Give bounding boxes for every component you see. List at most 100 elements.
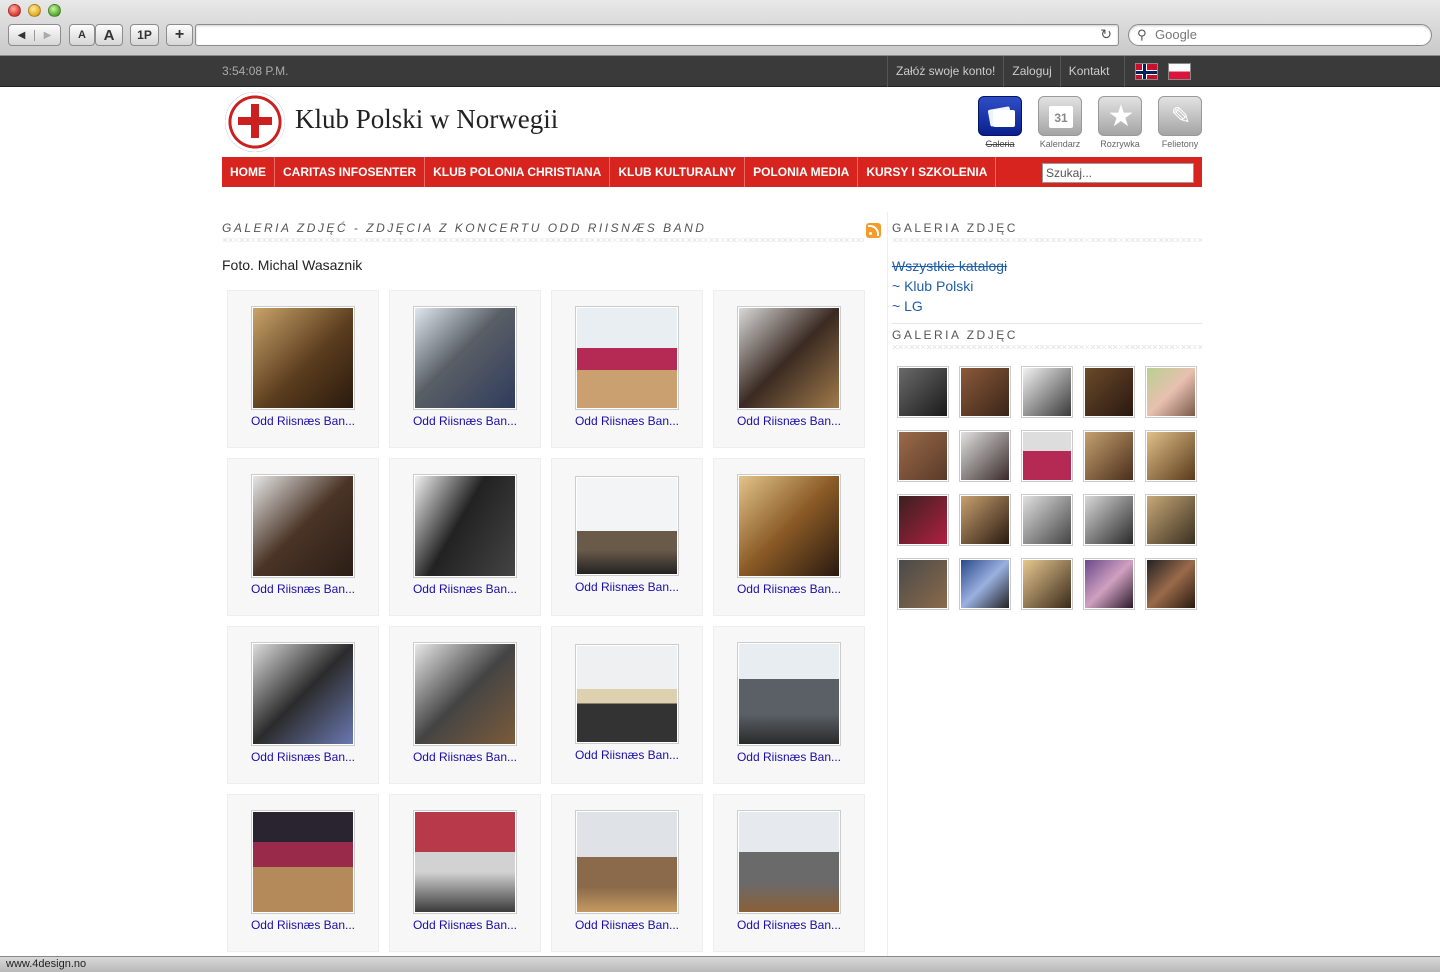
photo-thumbnail[interactable] — [413, 642, 517, 746]
photo-item[interactable]: Odd Riisnæs Ban... — [389, 458, 541, 616]
photo-caption[interactable]: Odd Riisnæs Ban... — [390, 414, 540, 428]
photo-caption[interactable]: Odd Riisnæs Ban... — [552, 918, 702, 932]
sidebar-photo[interactable] — [1021, 558, 1073, 610]
sidebar-photo[interactable] — [1083, 430, 1135, 482]
photo-item[interactable]: Odd Riisnæs Ban... — [713, 626, 865, 784]
sidebar-photo[interactable] — [959, 366, 1011, 418]
forward-icon[interactable]: ▶ — [34, 29, 60, 41]
photo-thumbnail[interactable] — [737, 642, 841, 746]
sidebar-photo[interactable] — [1021, 494, 1073, 546]
photo-item[interactable]: Odd Riisnæs Ban... — [713, 458, 865, 616]
photo-item[interactable]: Odd Riisnæs Ban... — [227, 626, 379, 784]
address-bar[interactable]: ↻ — [195, 24, 1119, 46]
club-logo[interactable] — [225, 92, 285, 152]
photo-thumbnail[interactable] — [413, 810, 517, 914]
photo-caption[interactable]: Odd Riisnæs Ban... — [552, 580, 702, 594]
sidebar-photo[interactable] — [1021, 430, 1073, 482]
photo-thumbnail[interactable] — [737, 810, 841, 914]
all-catalogs-link[interactable]: Wszystkie katalogi — [892, 256, 1007, 276]
sidebar-photo[interactable] — [1083, 494, 1135, 546]
photo-caption[interactable]: Odd Riisnæs Ban... — [228, 582, 378, 596]
browser-search-field[interactable]: ⚲ Google — [1128, 24, 1432, 46]
text-smaller-button[interactable]: A — [69, 24, 95, 46]
photo-caption[interactable]: Odd Riisnæs Ban... — [714, 414, 864, 428]
sidebar-photo[interactable] — [897, 366, 949, 418]
nav-polonia-christiana[interactable]: KLUB POLONIA CHRISTIANA — [425, 157, 611, 187]
photo-thumbnail[interactable] — [575, 810, 679, 914]
sidebar-photo[interactable] — [1021, 366, 1073, 418]
sidebar-photo[interactable] — [1083, 558, 1135, 610]
sidebar-photo[interactable] — [959, 430, 1011, 482]
quick-link-felietony[interactable]: Felietony — [1150, 96, 1210, 149]
sidebar-photo[interactable] — [1145, 494, 1197, 546]
photo-item[interactable]: Odd Riisnæs Ban... — [713, 794, 865, 952]
photo-item[interactable]: Odd Riisnæs Ban... — [551, 290, 703, 448]
nav-kursy[interactable]: KURSY I SZKOLENIA — [858, 157, 997, 187]
sidebar-photo[interactable] — [897, 558, 949, 610]
photo-caption[interactable]: Odd Riisnæs Ban... — [552, 414, 702, 428]
photo-caption[interactable]: Odd Riisnæs Ban... — [228, 414, 378, 428]
photo-thumbnail[interactable] — [575, 306, 679, 410]
password-manager-button[interactable]: 1P — [130, 24, 159, 46]
photo-caption[interactable]: Odd Riisnæs Ban... — [714, 582, 864, 596]
norwegian-flag-icon[interactable] — [1135, 63, 1158, 80]
photo-caption[interactable]: Odd Riisnæs Ban... — [228, 918, 378, 932]
photo-caption[interactable]: Odd Riisnæs Ban... — [390, 750, 540, 764]
photo-item[interactable]: Odd Riisnæs Ban... — [551, 794, 703, 952]
photo-item[interactable]: Odd Riisnæs Ban... — [389, 290, 541, 448]
photo-caption[interactable]: Odd Riisnæs Ban... — [390, 918, 540, 932]
add-bookmark-button[interactable]: + — [166, 24, 193, 46]
photo-item[interactable]: Odd Riisnæs Ban... — [389, 794, 541, 952]
photo-item[interactable]: Odd Riisnæs Ban... — [227, 794, 379, 952]
photo-caption[interactable]: Odd Riisnæs Ban... — [552, 748, 702, 762]
photo-caption[interactable]: Odd Riisnæs Ban... — [714, 750, 864, 764]
login-link[interactable]: Zaloguj — [1003, 56, 1059, 87]
sidebar-photo[interactable] — [959, 494, 1011, 546]
close-window-button[interactable] — [8, 4, 21, 17]
klub-polski-link[interactable]: ~ Klub Polski — [892, 276, 1007, 296]
sidebar-photo[interactable] — [897, 494, 949, 546]
quick-link-kalendarz[interactable]: Kalendarz — [1030, 96, 1090, 149]
zoom-window-button[interactable] — [48, 4, 61, 17]
photo-thumbnail[interactable] — [251, 306, 355, 410]
photo-item[interactable]: Odd Riisnæs Ban... — [389, 626, 541, 784]
site-search-input[interactable] — [1042, 163, 1194, 183]
photo-caption[interactable]: Odd Riisnæs Ban... — [714, 918, 864, 932]
minimize-window-button[interactable] — [28, 4, 41, 17]
nav-home[interactable]: HOME — [222, 157, 275, 187]
photo-caption[interactable]: Odd Riisnæs Ban... — [390, 582, 540, 596]
sidebar-photo[interactable] — [1145, 366, 1197, 418]
sidebar-photo[interactable] — [897, 430, 949, 482]
nav-polonia-media[interactable]: POLONIA MEDIA — [745, 157, 859, 187]
back-icon[interactable]: ◀ — [9, 30, 34, 41]
quick-link-rozrywka[interactable]: Rozrywka — [1090, 96, 1150, 149]
photo-item[interactable]: Odd Riisnæs Ban... — [227, 290, 379, 448]
photo-thumbnail[interactable] — [575, 644, 679, 744]
photo-thumbnail[interactable] — [737, 306, 841, 410]
photo-caption[interactable]: Odd Riisnæs Ban... — [228, 750, 378, 764]
photo-thumbnail[interactable] — [413, 306, 517, 410]
photo-item[interactable]: Odd Riisnæs Ban... — [551, 458, 703, 616]
rss-icon[interactable] — [866, 223, 881, 238]
nav-klub-kulturalny[interactable]: KLUB KULTURALNY — [610, 157, 746, 187]
photo-item[interactable]: Odd Riisnæs Ban... — [227, 458, 379, 616]
site-title[interactable]: Klub Polski w Norwegii — [295, 104, 558, 135]
photo-item[interactable]: Odd Riisnæs Ban... — [713, 290, 865, 448]
sidebar-photo[interactable] — [1145, 430, 1197, 482]
sidebar-photo[interactable] — [959, 558, 1011, 610]
text-bigger-button[interactable]: A — [95, 24, 123, 46]
photo-thumbnail[interactable] — [575, 476, 679, 576]
photo-item[interactable]: Odd Riisnæs Ban... — [551, 626, 703, 784]
reload-icon[interactable]: ↻ — [1100, 26, 1112, 43]
photo-thumbnail[interactable] — [251, 642, 355, 746]
sidebar-photo[interactable] — [1083, 366, 1135, 418]
nav-caritas[interactable]: CARITAS INFOSENTER — [275, 157, 426, 187]
photo-thumbnail[interactable] — [737, 474, 841, 578]
photo-thumbnail[interactable] — [413, 474, 517, 578]
register-link[interactable]: Załóż swoje konto! — [887, 56, 1003, 87]
polish-flag-icon[interactable] — [1168, 63, 1191, 80]
contact-link[interactable]: Kontakt — [1059, 56, 1118, 87]
sidebar-photo[interactable] — [1145, 558, 1197, 610]
photo-thumbnail[interactable] — [251, 810, 355, 914]
photo-thumbnail[interactable] — [251, 474, 355, 578]
